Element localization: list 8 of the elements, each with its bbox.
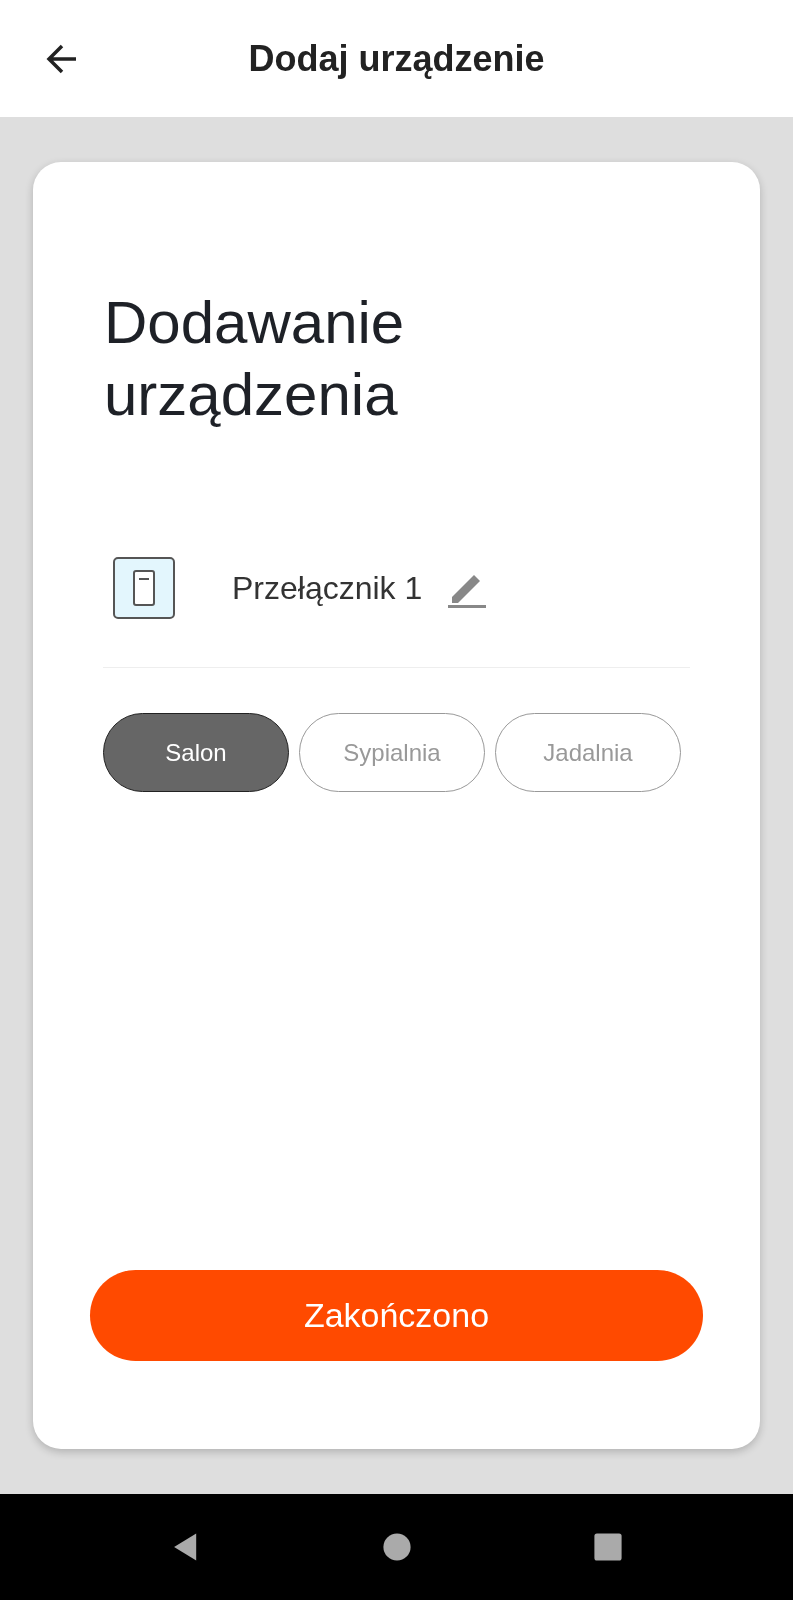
room-chip[interactable]: Jadalnia [495,713,681,792]
success-heading: Dodawanie urządzenia [104,288,406,430]
done-button[interactable]: Zakończono [90,1270,703,1361]
device-name: Przełącznik 1 [232,569,423,607]
room-chip[interactable]: Sypialnia [299,713,485,792]
switch-icon [113,557,175,619]
room-chip[interactable]: Salon [103,713,289,792]
page-title: Dodaj urządzenie [248,37,545,80]
